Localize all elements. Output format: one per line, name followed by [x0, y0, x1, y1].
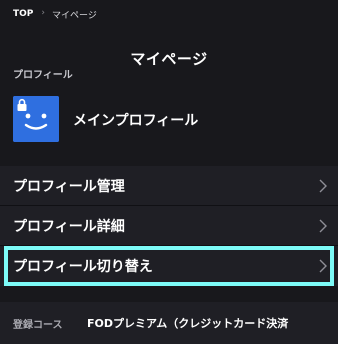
course-value: FODプレミアム（クレジットカード決済: [87, 317, 289, 330]
profile-avatar[interactable]: [13, 96, 59, 142]
menu-item-label: プロフィール詳細: [13, 218, 125, 235]
chevron-right-icon: [319, 219, 327, 232]
menu-item-label: プロフィール切り替え: [13, 258, 153, 275]
menu-item-profile-management[interactable]: プロフィール管理: [0, 166, 338, 206]
profile-menu: プロフィール管理 プロフィール詳細 プロフィール切り替え: [0, 166, 338, 286]
menu-item-profile-details[interactable]: プロフィール詳細: [0, 206, 338, 246]
chevron-right-icon: [319, 179, 327, 192]
breadcrumb-home-link[interactable]: TOP: [13, 9, 33, 19]
lock-icon: [17, 98, 27, 111]
breadcrumb-separator: ›: [41, 8, 45, 18]
chevron-right-icon: [319, 259, 327, 272]
breadcrumb: TOP › マイページ: [13, 7, 97, 21]
registered-course-row: 登録コース FODプレミアム（クレジットカード決済: [0, 302, 338, 344]
menu-item-label: プロフィール管理: [13, 178, 125, 195]
course-label: 登録コース: [13, 319, 63, 331]
breadcrumb-current: マイページ: [52, 10, 97, 21]
profile-name: メインプロフィール: [73, 113, 199, 129]
menu-item-profile-switch[interactable]: プロフィール切り替え: [4, 246, 334, 286]
profile-section-label: プロフィール: [13, 70, 73, 81]
current-profile-row[interactable]: メインプロフィール: [0, 84, 338, 150]
